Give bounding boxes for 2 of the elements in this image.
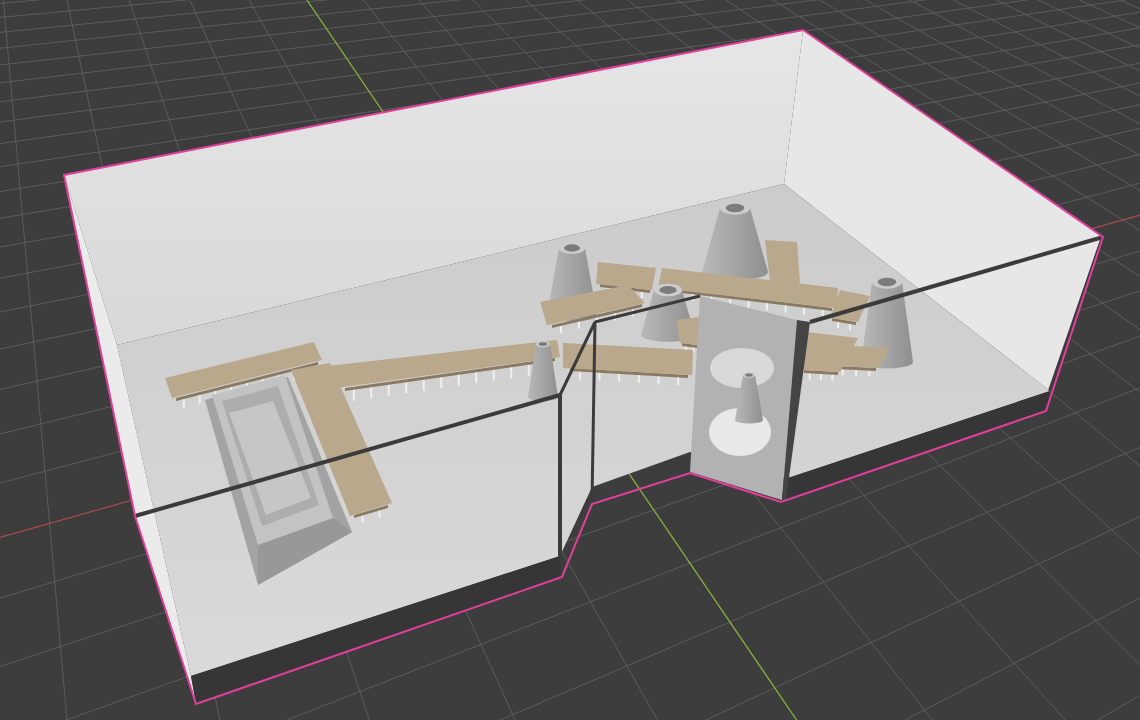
cone <box>528 340 558 401</box>
cone <box>735 372 763 424</box>
